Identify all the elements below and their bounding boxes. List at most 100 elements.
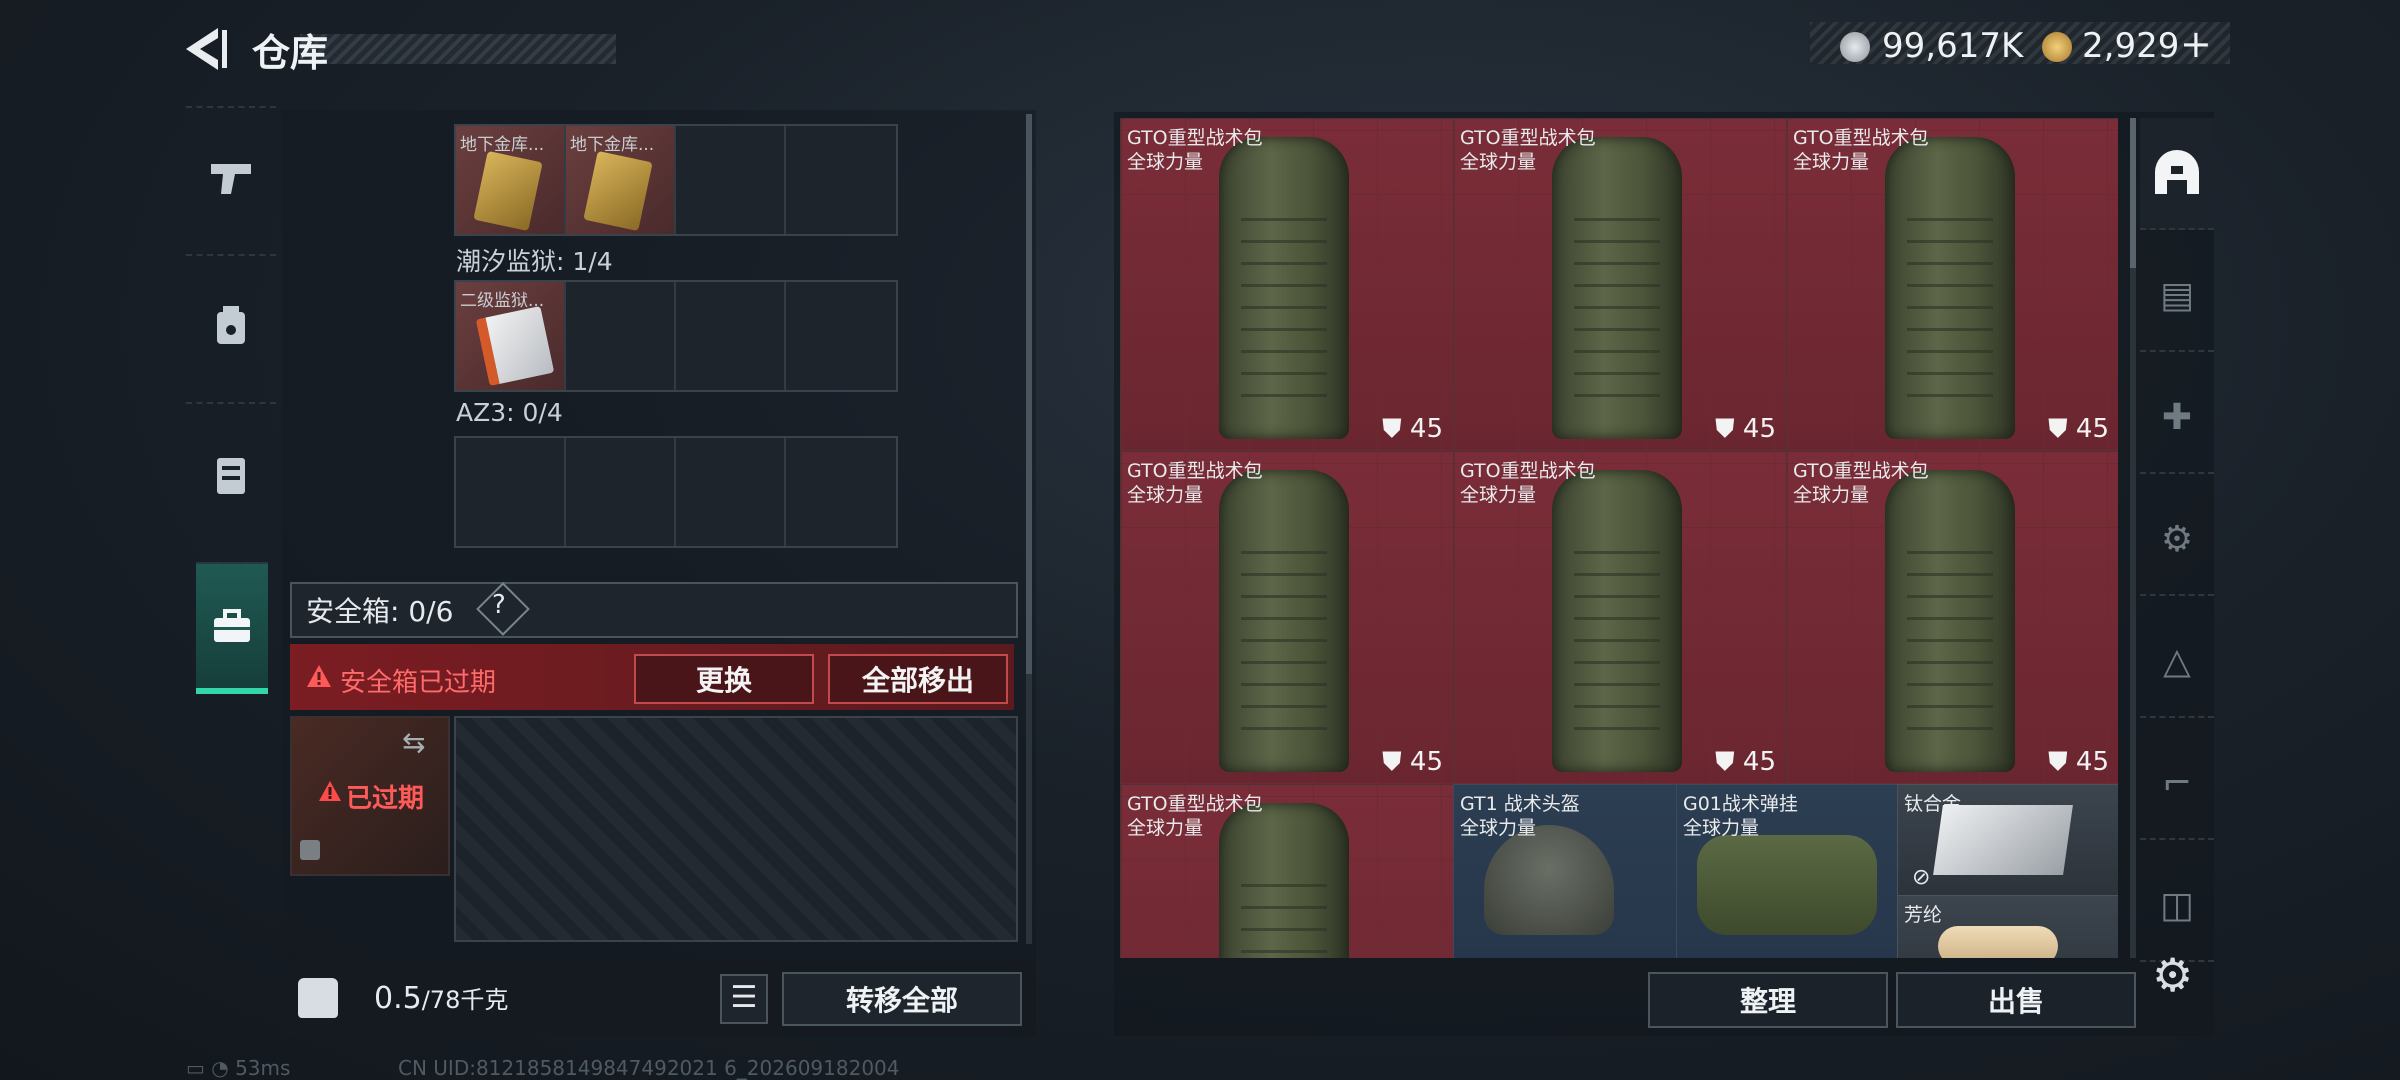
tab-safe-box[interactable] xyxy=(196,562,268,694)
item-faction: 全球力量 xyxy=(1460,484,1537,506)
durability-value: 45 xyxy=(1409,414,1443,444)
lock-icon xyxy=(300,840,320,860)
list-icon: ☰ xyxy=(730,980,758,1015)
durability: ⛊ 45 xyxy=(2048,414,2109,444)
settings-gear-icon[interactable]: ⚙ xyxy=(2152,948,2193,1002)
transfer-all-button[interactable]: 转移全部 xyxy=(782,972,1022,1026)
key-label: 二级监狱... xyxy=(460,291,545,311)
item-faction: 全球力量 xyxy=(1460,817,1537,839)
remove-all-button[interactable]: 全部移出 xyxy=(828,654,1008,704)
inventory-item[interactable]: 芳纶 xyxy=(1897,895,2118,958)
silver-amount: 99,617K xyxy=(1882,26,2024,66)
chest-rig-icon xyxy=(217,306,245,344)
sell-button[interactable]: 出售 xyxy=(1896,972,2136,1028)
add-currency-button[interactable]: + xyxy=(2180,22,2212,66)
replace-button[interactable]: 更换 xyxy=(634,654,814,704)
item-faction: 全球力量 xyxy=(1460,151,1537,173)
empty-slot[interactable] xyxy=(676,438,786,546)
tab-tier3-ammo[interactable]: △ xyxy=(2140,606,2214,718)
durability-value: 45 xyxy=(2075,747,2109,777)
list-view-button[interactable]: ☰ xyxy=(720,974,768,1024)
key-label: 地下金库... xyxy=(460,135,545,155)
gold-amount: 2,929 xyxy=(2082,26,2180,66)
tactical-rig-icon xyxy=(1697,835,1877,935)
back-arrow-icon xyxy=(186,28,227,70)
item-name: GTO重型战术包 xyxy=(1793,460,1929,482)
item-name: 芳纶 xyxy=(1904,904,1943,926)
left-scrollbar-thumb[interactable] xyxy=(1026,114,1032,674)
empty-slot[interactable] xyxy=(566,282,676,390)
empty-slot[interactable] xyxy=(566,438,676,546)
warning-icon xyxy=(306,664,332,692)
title-decoration xyxy=(300,34,616,64)
empty-slot[interactable] xyxy=(676,282,786,390)
durability-value: 45 xyxy=(1742,747,1776,777)
empty-slot[interactable] xyxy=(786,438,896,546)
inventory-item[interactable]: GTO重型战术包 全球力量 ⛊ 45 xyxy=(1120,451,1454,785)
safe-box-grid xyxy=(454,716,1018,942)
inventory-item[interactable]: GTO重型战术包 全球力量 ⛊ 45 xyxy=(1786,451,2118,785)
item-faction: 全球力量 xyxy=(1793,484,1870,506)
inventory-item[interactable]: 钛合金 ⊘ xyxy=(1897,784,2118,896)
helmet-icon xyxy=(2155,150,2199,194)
swap-icon[interactable]: ⇆ xyxy=(402,726,425,759)
item-name: GTO重型战术包 xyxy=(1460,460,1596,482)
help-label: ? xyxy=(492,590,506,620)
safe-box-label: 安全箱: 0/6 xyxy=(306,595,454,628)
item-faction: 全球力量 xyxy=(1683,817,1760,839)
item-name: GTO重型战术包 xyxy=(1127,127,1263,149)
gold-coin-icon xyxy=(2042,32,2072,62)
item-name: G01战术弹挂 xyxy=(1683,793,1798,815)
inventory-item[interactable]: G01战术弹挂 全球力量 xyxy=(1676,784,1898,958)
tab-backpack[interactable] xyxy=(186,402,276,544)
warehouse-scrollbar-thumb[interactable] xyxy=(2130,118,2136,268)
weight-readout: 0.5/78千克 xyxy=(374,980,508,1016)
aramid-roll-icon xyxy=(1938,926,2058,958)
empty-slot[interactable] xyxy=(786,282,896,390)
status-bar: ▭ ◔ 53ms xyxy=(186,1056,290,1080)
inventory-item[interactable]: GTO重型战术包 全球力量 ⛊ 45 xyxy=(1786,118,2118,452)
tab-weapons[interactable] xyxy=(186,106,276,248)
section-label: 潮汐监狱: 1/4 xyxy=(456,247,613,276)
item-faction: 全球力量 xyxy=(1127,484,1204,506)
key-item[interactable]: 地下金库... xyxy=(566,126,676,234)
unsellable-icon: ⊘ xyxy=(1912,865,1931,890)
backpack-icon xyxy=(1552,137,1682,439)
empty-slot[interactable] xyxy=(456,438,566,546)
item-name: 钛合金 xyxy=(1904,793,1962,815)
back-button[interactable] xyxy=(182,24,228,74)
empty-slot[interactable] xyxy=(786,126,896,234)
warehouse-grid: GTO重型战术包 全球力量 ⛊ 45 GTO重型战术包 全球力量 ⛊ 45 GT… xyxy=(1120,118,2118,958)
sort-button[interactable]: 整理 xyxy=(1648,972,1888,1028)
empty-slot[interactable] xyxy=(676,126,786,234)
inventory-item[interactable]: GTO重型战术包 全球力量 ⛊ 45 xyxy=(1453,451,1787,785)
inventory-item[interactable]: GTO重型战术包 全球力量 xyxy=(1120,784,1454,958)
battery-icon: ▭ xyxy=(186,1056,205,1080)
durability-value: 45 xyxy=(1742,414,1776,444)
tab-tier4-tool[interactable]: ⚙ xyxy=(2140,484,2214,596)
tab-helmet[interactable] xyxy=(2140,118,2214,230)
expired-warning: 安全箱已过期 xyxy=(340,668,497,698)
tab-tier3-weapon[interactable]: ⌐ xyxy=(2140,728,2214,840)
tab-armor[interactable] xyxy=(186,254,276,396)
key-slots-row: 二级监狱... xyxy=(454,280,898,392)
inventory-item[interactable]: GTO重型战术包 全球力量 ⛊ 45 xyxy=(1120,118,1454,452)
durability: ⛊ 45 xyxy=(2048,747,2109,777)
tab-tier4-medkit[interactable]: ✚ xyxy=(2140,362,2214,474)
key-label: 地下金库... xyxy=(570,135,655,155)
tab-tier3-misc[interactable]: ◫ xyxy=(2140,850,2214,962)
key-item[interactable]: 二级监狱... xyxy=(456,282,566,390)
inventory-item[interactable]: GT1 战术头盔 全球力量 xyxy=(1453,784,1677,958)
tab-tier4-folder[interactable]: ▤ xyxy=(2140,240,2214,352)
tier3-misc-icon: ◫ xyxy=(2159,884,2194,926)
durability-value: 45 xyxy=(1409,747,1443,777)
warehouse-category-tabs: ▤ ✚ ⚙ △ ⌐ ◫ xyxy=(2140,118,2214,962)
briefcase-icon xyxy=(214,609,250,642)
warning-icon xyxy=(318,780,342,806)
inventory-item[interactable]: GTO重型战术包 全球力量 ⛊ 45 xyxy=(1453,118,1787,452)
key-item[interactable]: 地下金库... xyxy=(456,126,566,234)
item-name: GTO重型战术包 xyxy=(1460,127,1596,149)
weight-max: /78千克 xyxy=(421,986,509,1014)
weight-current: 0.5 xyxy=(374,981,422,1016)
helmet-icon xyxy=(1484,825,1614,935)
